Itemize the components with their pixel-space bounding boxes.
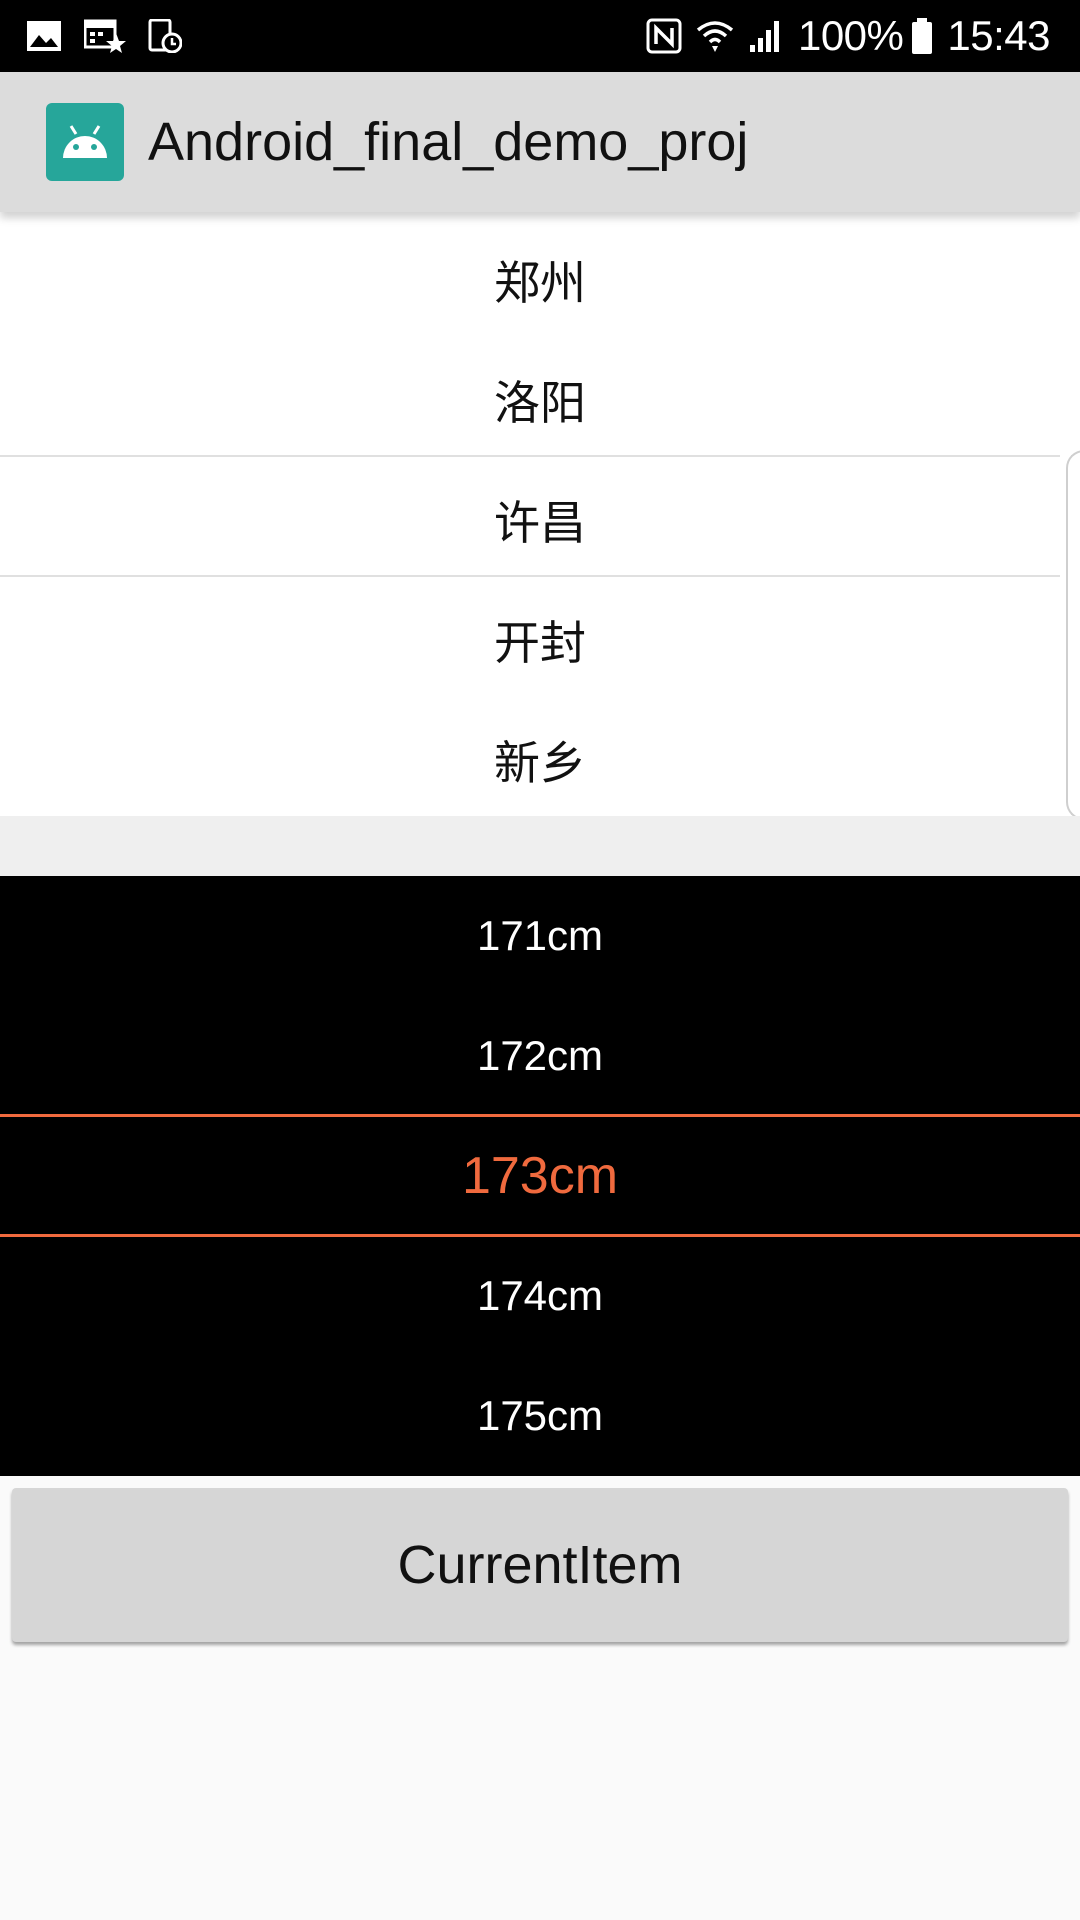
city-option[interactable]: 开封 [0,580,1080,700]
city-option[interactable]: 洛阳 [0,340,1080,460]
city-option[interactable]: 新乡 [0,700,1080,820]
app-title: Android_final_demo_proj [148,112,749,172]
wifi-icon [696,18,734,54]
nfc-icon [646,18,682,54]
android-icon [46,103,124,181]
city-wheel-picker[interactable]: 郑州 洛阳 许昌 开封 新乡 [0,212,1080,820]
height-option[interactable]: 171cm [0,876,1080,996]
section-gap [0,816,1080,876]
calendar-star-icon [84,19,126,53]
scroll-indicator[interactable] [1066,450,1080,820]
height-wheel-picker[interactable]: 171cm 172cm 173cm 174cm 175cm [0,876,1080,1476]
app-bar: Android_final_demo_proj [0,72,1080,212]
signal-icon [748,19,784,53]
height-option-selected[interactable]: 173cm [0,1116,1080,1236]
height-option[interactable]: 174cm [0,1236,1080,1356]
current-item-button[interactable]: CurrentItem [12,1488,1068,1642]
status-bar: 100% 15:43 [0,0,1080,72]
selection-divider-top [0,455,1060,457]
status-time: 15:43 [947,12,1050,59]
battery-percent: 100% [797,12,904,59]
image-icon [26,20,62,52]
battery-icon [911,18,933,54]
height-option[interactable]: 175cm [0,1356,1080,1476]
device-clock-icon [148,19,182,53]
selection-divider-bottom [0,575,1060,577]
city-option[interactable]: 郑州 [0,220,1080,340]
city-option-selected[interactable]: 许昌 [0,460,1080,580]
height-option[interactable]: 172cm [0,996,1080,1116]
